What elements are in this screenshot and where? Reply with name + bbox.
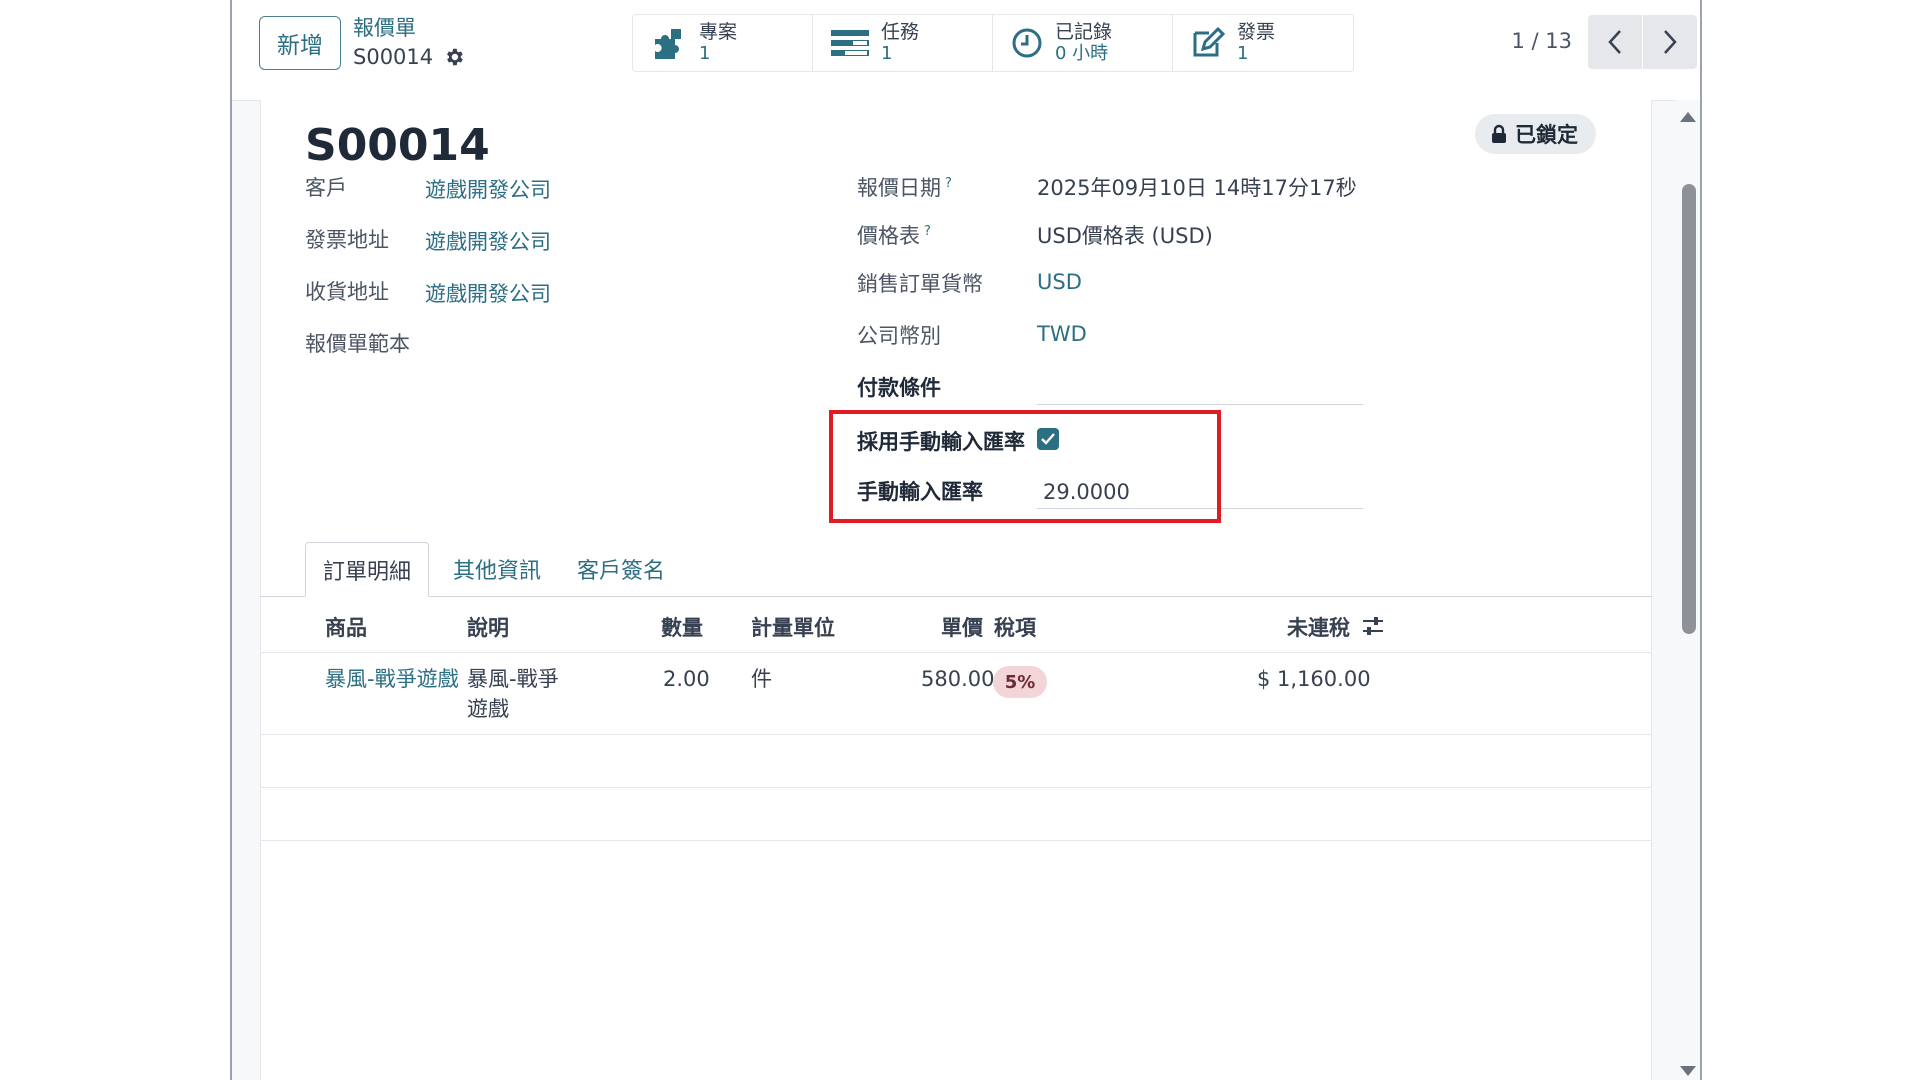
smart-button-value: 1 [1237,43,1249,64]
company-currency-label: 公司幣別 [857,324,941,348]
row-description[interactable]: 暴風-戰爭 遊戲 [467,664,559,724]
pager-previous-button[interactable] [1588,15,1642,69]
payment-terms-label: 付款條件 [857,376,941,400]
row-description-line: 遊戲 [467,697,509,721]
row-divider [261,840,1651,841]
optional-columns-icon[interactable] [1361,614,1385,638]
new-button[interactable]: 新增 [259,16,341,70]
invoice-address-field[interactable]: 遊戲開發公司 [425,226,551,256]
row-quantity[interactable]: 2.00 [663,664,710,694]
column-header-subtotal[interactable]: 未連稅 [1287,612,1350,642]
column-header-quantity[interactable]: 數量 [661,612,703,642]
column-header-description[interactable]: 說明 [467,612,509,642]
smart-button-label: 已記錄 [1055,21,1113,43]
control-panel: 新增 報價單 S00014 專案 1 任務 1 已記錄 0 小時 發票 1 1 … [232,0,1700,101]
breadcrumb: 報價單 S00014 [353,14,465,72]
pricelist-field[interactable]: USD價格表 (USD) [1037,220,1213,250]
delivery-address-label: 收貨地址 [305,280,389,304]
smart-button-label: 任務 [881,21,920,43]
smart-button-tasks[interactable]: 任務 1 [813,15,993,71]
invoice-address-label: 發票地址 [305,228,389,252]
customer-label: 客戶 [305,176,347,200]
chevron-right-icon [1664,30,1677,54]
smart-button-value: 1 [881,43,893,64]
row-description-line: 暴風-戰爭 [467,667,559,691]
smart-button-value: 0 小時 [1055,43,1109,64]
locked-badge[interactable]: 已鎖定 [1475,114,1596,154]
form-sheet: S00014 已鎖定 客戶 遊戲開發公司 發票地址 遊戲開發公司 收貨地址 遊戲… [260,100,1652,1080]
scroll-up-icon[interactable] [1680,112,1696,122]
scroll-down-icon[interactable] [1680,1066,1696,1076]
puzzle-icon [655,29,681,59]
breadcrumb-current-label: S00014 [353,45,434,69]
smart-button-logged-hours[interactable]: 已記錄 0 小時 [993,15,1173,71]
quotation-date-label: 報價日期? [857,172,952,202]
highlight-box [829,410,1221,523]
smart-button-value: 1 [699,43,711,64]
tab-other-info[interactable]: 其他資訊 [453,542,541,596]
chevron-left-icon [1608,30,1621,54]
smart-button-label: 發票 [1237,21,1276,43]
smart-button-invoice[interactable]: 發票 1 [1173,15,1353,71]
tab-customer-signature[interactable]: 客戶簽名 [577,542,665,596]
breadcrumb-current: S00014 [353,42,465,72]
scrollbar-thumb[interactable] [1682,184,1696,634]
quotation-date-field[interactable]: 2025年09月10日 14時17分17秒 [1037,172,1357,202]
quotation-date-label-text: 報價日期 [857,176,941,200]
help-icon[interactable]: ? [945,176,952,191]
smart-buttons: 專案 1 任務 1 已記錄 0 小時 發票 1 [632,14,1354,72]
help-icon[interactable]: ? [924,224,931,239]
column-header-unit-price[interactable]: 單價 [941,612,983,642]
row-subtotal: $ 1,160.00 [1257,667,1371,691]
payment-terms-underline [1037,404,1363,405]
pager-value[interactable]: 1 / 13 [1511,29,1572,53]
breadcrumb-parent[interactable]: 報價單 [353,14,465,42]
tab-order-lines[interactable]: 訂單明細 [305,542,429,597]
column-header-product[interactable]: 商品 [325,612,367,642]
table-header-divider [261,652,1651,653]
pricelist-label: 價格表? [857,220,931,250]
tasks-icon [831,30,869,56]
row-product[interactable]: 暴風-戰爭遊戲 [325,664,459,694]
pricelist-label-text: 價格表 [857,224,920,248]
row-divider [261,734,1651,735]
edit-invoice-icon [1193,27,1225,57]
row-divider [261,787,1651,788]
order-currency-field[interactable]: USD [1037,270,1082,294]
form-window: 新增 報價單 S00014 專案 1 任務 1 已記錄 0 小時 發票 1 1 … [230,0,1702,1080]
company-currency-field[interactable]: TWD [1037,322,1087,346]
order-currency-label: 銷售訂單貨幣 [857,272,983,296]
quotation-template-label: 報價單範本 [305,332,410,356]
row-tax-badge[interactable]: 5% [993,666,1047,698]
smart-button-project[interactable]: 專案 1 [633,15,813,71]
delivery-address-field[interactable]: 遊戲開發公司 [425,278,551,308]
smart-button-label: 專案 [699,21,738,43]
clock-icon [1012,28,1042,58]
gear-icon[interactable] [443,46,465,68]
lock-icon [1492,124,1506,143]
row-unit-price[interactable]: 580.00 [921,664,994,694]
row-uom[interactable]: 件 [751,664,772,694]
pager-next-button[interactable] [1643,15,1697,69]
customer-field[interactable]: 遊戲開發公司 [425,174,551,204]
column-header-taxes[interactable]: 稅項 [994,612,1036,642]
column-header-uom[interactable]: 計量單位 [751,612,835,642]
page-title: S00014 [305,120,490,171]
locked-badge-label: 已鎖定 [1515,123,1578,147]
notebook-tabs: 訂單明細 其他資訊 客戶簽名 [261,542,1651,597]
